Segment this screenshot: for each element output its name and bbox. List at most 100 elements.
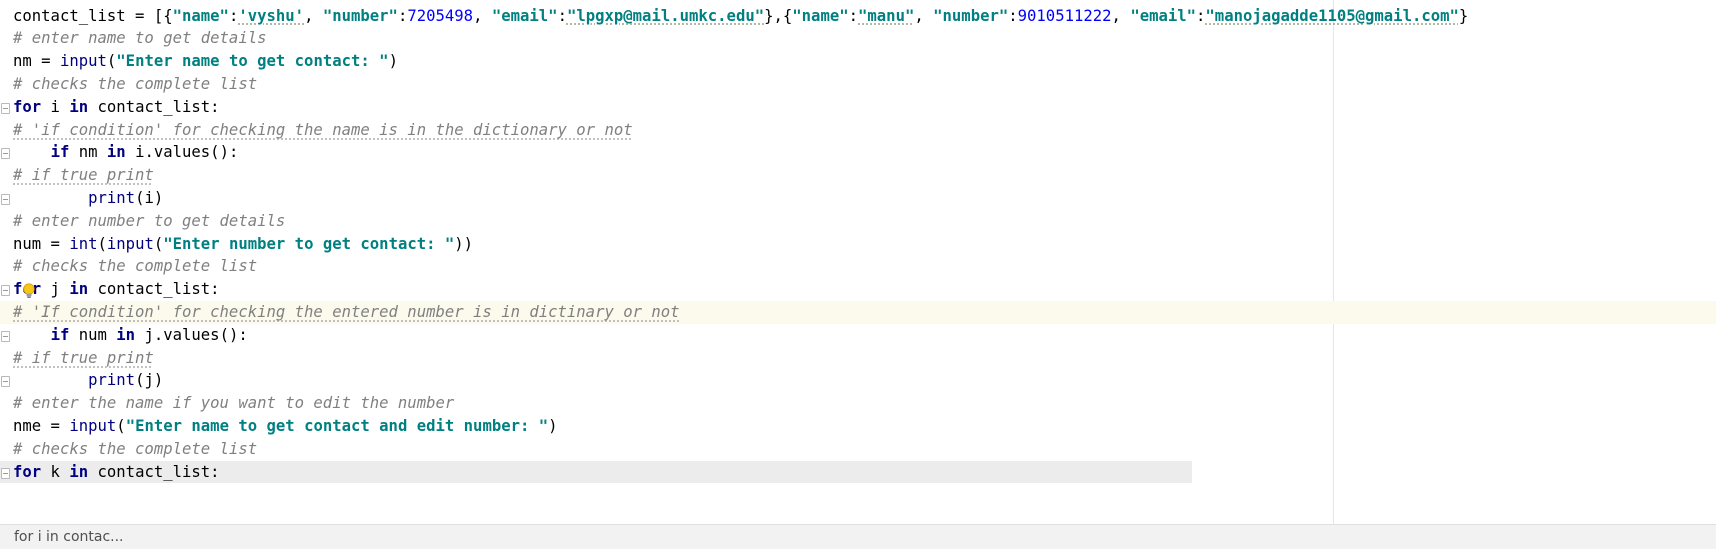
code-token: )	[388, 52, 398, 71]
code-token: # checks the complete list	[13, 74, 258, 93]
code-line[interactable]: for j in contact_list:	[0, 278, 1716, 301]
code-token: ,	[304, 6, 323, 25]
code-line[interactable]: print(i)	[0, 187, 1716, 210]
code-line[interactable]: # enter name to get details	[0, 27, 1716, 50]
code-line[interactable]: if nm in i.values():	[0, 141, 1716, 164]
code-token: (i)	[135, 188, 164, 207]
code-token: :	[1196, 6, 1206, 25]
lightbulb-icon[interactable]	[22, 283, 36, 299]
code-token: for	[13, 97, 42, 116]
code-token: "Enter name to get contact and edit numb…	[125, 416, 549, 435]
code-text: # if true print	[13, 347, 154, 370]
code-token: (	[116, 416, 126, 435]
fold-toggle-icon[interactable]	[1, 102, 10, 114]
code-line[interactable]: print(j)	[0, 369, 1716, 392]
code-token: nm =	[13, 52, 60, 71]
code-line[interactable]: for i in contact_list:	[0, 96, 1716, 119]
code-text: # checks the complete list	[13, 73, 257, 96]
code-token: "email"	[1130, 6, 1197, 25]
code-text: num = int(input("Enter number to get con…	[13, 233, 473, 256]
code-token: # 'if condition' for checking the name i…	[13, 120, 633, 139]
code-line[interactable]: # if true print	[0, 164, 1716, 187]
code-line[interactable]: # 'if condition' for checking the name i…	[0, 119, 1716, 142]
code-line[interactable]: # checks the complete list	[0, 255, 1716, 278]
code-token: if	[50, 325, 70, 344]
code-token: },{	[764, 6, 793, 25]
code-line[interactable]: # enter number to get details	[0, 210, 1716, 233]
code-line[interactable]: # enter the name if you want to edit the…	[0, 392, 1716, 415]
code-token: contact_list:	[88, 280, 220, 299]
code-line[interactable]: # checks the complete list	[0, 438, 1716, 461]
code-token: "email"	[491, 6, 558, 25]
fold-toggle-icon[interactable]	[1, 148, 10, 160]
code-text: print(j)	[13, 369, 163, 392]
code-text: nme = input("Enter name to get contact a…	[13, 415, 558, 438]
fold-toggle-icon[interactable]	[1, 330, 10, 342]
code-token: if	[50, 143, 70, 162]
code-line[interactable]: num = int(input("Enter number to get con…	[0, 233, 1716, 256]
code-token: :	[557, 6, 567, 25]
fold-toggle-icon[interactable]	[1, 285, 10, 297]
code-token: "Enter name to get contact: "	[116, 52, 389, 71]
code-token: }	[1458, 6, 1469, 25]
code-token: in	[106, 143, 126, 162]
code-token: # 'If condition' for checking the entere…	[13, 302, 680, 321]
code-token: in	[116, 325, 136, 344]
code-token: "name"	[792, 6, 849, 25]
code-token: "manojagadde1105@gmail.com"	[1205, 6, 1459, 25]
code-token: num	[69, 325, 117, 344]
code-text: # enter number to get details	[13, 210, 285, 233]
code-token: :	[848, 6, 859, 25]
code-text: # enter name to get details	[13, 27, 266, 50]
breadcrumb[interactable]: for i in contac...	[14, 529, 124, 545]
code-token: :	[228, 6, 239, 25]
code-token: contact_list:	[88, 462, 220, 481]
code-token: # if true print	[13, 166, 154, 185]
code-token: 'vyshu'	[238, 6, 305, 25]
code-line[interactable]: nm = input("Enter name to get contact: "…	[0, 50, 1716, 73]
code-line[interactable]: nme = input("Enter name to get contact a…	[0, 415, 1716, 438]
code-token: # enter name to get details	[13, 29, 267, 48]
code-line[interactable]: contact_list = [{"name":'vyshu', "number…	[0, 5, 1716, 28]
code-token: ))	[454, 234, 474, 253]
code-token: j	[41, 280, 70, 299]
code-token: "name"	[172, 6, 229, 25]
code-token: j.values():	[135, 325, 248, 344]
code-editor[interactable]: contact_list = [{"name":'vyshu', "number…	[0, 0, 1716, 524]
code-text: contact_list = [{"name":'vyshu', "number…	[13, 5, 1468, 28]
code-token: ,	[914, 6, 934, 25]
fold-toggle-icon[interactable]	[1, 193, 10, 205]
code-token: k	[41, 462, 70, 481]
code-token: (	[153, 234, 164, 253]
code-token: int	[69, 234, 98, 253]
code-token: # enter the name if you want to edit the…	[13, 394, 455, 413]
code-token: "lpgxp@mail.umkc.edu"	[566, 6, 765, 25]
code-text: print(i)	[13, 187, 163, 210]
code-text: for j in contact_list:	[13, 278, 220, 301]
code-text: # 'If condition' for checking the entere…	[13, 301, 680, 324]
code-token: # enter number to get details	[13, 211, 286, 230]
code-token: input	[59, 52, 107, 71]
code-token: print	[88, 371, 136, 390]
code-token: nm	[69, 143, 107, 162]
code-line[interactable]: for k in contact_list:	[0, 460, 1192, 484]
code-line[interactable]: # 'If condition' for checking the entere…	[0, 300, 1716, 324]
code-line[interactable]: # if true print	[0, 347, 1716, 370]
code-line[interactable]: # checks the complete list	[0, 73, 1716, 96]
code-token: :	[1008, 6, 1018, 25]
code-line[interactable]: if num in j.values():	[0, 324, 1716, 347]
code-token: i	[41, 97, 70, 116]
code-text: # checks the complete list	[13, 255, 257, 278]
code-token: )	[548, 416, 558, 435]
code-token: (	[97, 234, 107, 253]
code-token: # checks the complete list	[13, 257, 258, 276]
code-token: "number"	[322, 6, 398, 25]
code-text: # checks the complete list	[13, 438, 257, 461]
fold-toggle-icon[interactable]	[1, 376, 10, 388]
fold-toggle-icon[interactable]	[1, 467, 10, 479]
code-text: # enter the name if you want to edit the…	[13, 392, 454, 415]
code-token: :	[397, 6, 408, 25]
code-token: input	[69, 416, 117, 435]
code-token: in	[69, 97, 89, 116]
